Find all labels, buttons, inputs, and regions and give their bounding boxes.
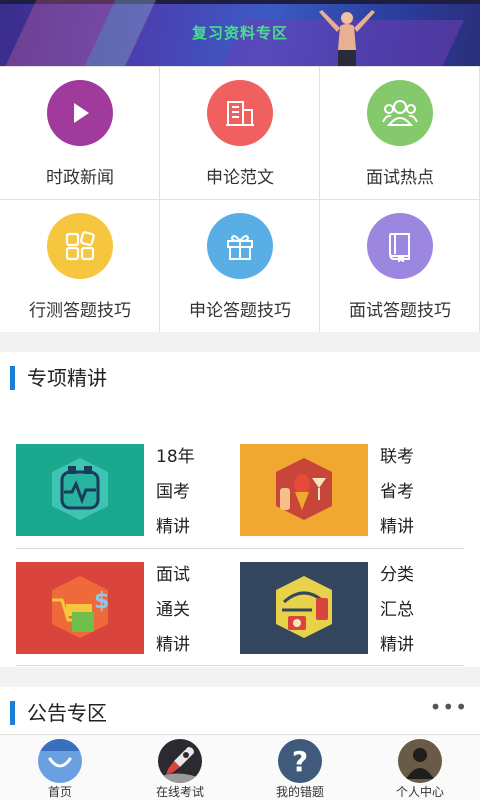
grid-item-interview-tips[interactable]: 面试答题技巧 <box>320 200 480 333</box>
row-divider <box>16 665 464 666</box>
grid-item-label: 申论范文 <box>206 168 274 188</box>
grid-item-test-tips[interactable]: 行测答题技巧 <box>0 200 160 333</box>
grid-item-label: 申论答题技巧 <box>189 301 291 321</box>
special-course-list: 18年 国考 精讲 联考 省考 精讲 $ 面试 通关 精讲 分类 汇总 精讲 <box>0 405 480 667</box>
more-icon[interactable]: ••• <box>430 695 468 719</box>
svg-text:$: $ <box>94 589 109 614</box>
grid-item-news[interactable]: 时政新闻 <box>0 67 160 200</box>
section-gap <box>0 332 480 352</box>
grid-item-interview-hot[interactable]: 面试热点 <box>320 67 480 200</box>
grid-item-essay-tips[interactable]: 申论答题技巧 <box>160 200 320 333</box>
tools-icon <box>240 562 368 654</box>
book-icon <box>367 213 433 279</box>
banner-title: 复习资料专区 <box>191 24 288 42</box>
top-banner[interactable]: 复习资料专区 <box>0 0 480 66</box>
course-line: 国考 <box>156 482 190 502</box>
course-line: 精讲 <box>380 517 414 537</box>
course-line: 汇总 <box>380 600 414 620</box>
nav-label: 在线考试 <box>155 785 204 799</box>
course-line: 精讲 <box>156 635 190 655</box>
home-icon <box>38 739 82 783</box>
course-line: 18年 <box>156 447 195 467</box>
shopping-icon: $ <box>16 562 144 654</box>
section-accent-bar <box>10 701 15 725</box>
nav-item-wrong-questions[interactable]: ? 我的错题 <box>240 735 360 801</box>
section-gap <box>0 667 480 687</box>
course-line: 精讲 <box>380 635 414 655</box>
course-line: 面试 <box>156 565 190 585</box>
notice-section-header: 公告专区 ••• <box>0 687 480 734</box>
nav-item-home[interactable]: 首页 <box>0 735 120 801</box>
food-drink-icon <box>240 444 368 536</box>
svg-text:?: ? <box>292 745 308 778</box>
course-line: 精讲 <box>156 517 190 537</box>
gift-icon <box>207 213 273 279</box>
grid-item-essays[interactable]: 申论范文 <box>160 67 320 200</box>
grid-item-label: 面试热点 <box>366 168 434 188</box>
play-icon <box>47 80 113 146</box>
nav-label: 首页 <box>47 785 72 799</box>
nav-label: 个人中心 <box>395 785 444 799</box>
section-title: 专项精讲 <box>27 366 107 390</box>
section-accent-bar <box>10 366 15 390</box>
question-icon: ? <box>278 739 322 783</box>
special-section-header: 专项精讲 <box>0 352 480 402</box>
grid-item-label: 行测答题技巧 <box>29 301 131 321</box>
heart-pulse-icon <box>16 444 144 536</box>
course-line: 联考 <box>380 447 414 467</box>
row-divider <box>16 548 464 549</box>
user-icon <box>398 739 442 783</box>
rocket-icon <box>158 739 202 783</box>
building-icon <box>207 80 273 146</box>
grid-item-label: 时政新闻 <box>46 168 114 188</box>
course-line: 省考 <box>380 482 414 502</box>
grid-apps-icon <box>47 213 113 279</box>
nav-label: 我的错题 <box>275 785 324 799</box>
nav-item-profile[interactable]: 个人中心 <box>360 735 480 801</box>
people-icon <box>367 80 433 146</box>
nav-item-online-exam[interactable]: 在线考试 <box>120 735 240 801</box>
section-title: 公告专区 <box>27 701 107 725</box>
category-grid: 时政新闻 申论范文 面试热点 行测答题技巧 申论答题技巧 面试答题技巧 <box>0 66 480 333</box>
course-line: 通关 <box>156 600 190 620</box>
grid-item-label: 面试答题技巧 <box>349 301 451 321</box>
course-line: 分类 <box>380 565 414 585</box>
bottom-nav: 首页 在线考试 ? 我的错题 个人中心 <box>0 734 480 800</box>
